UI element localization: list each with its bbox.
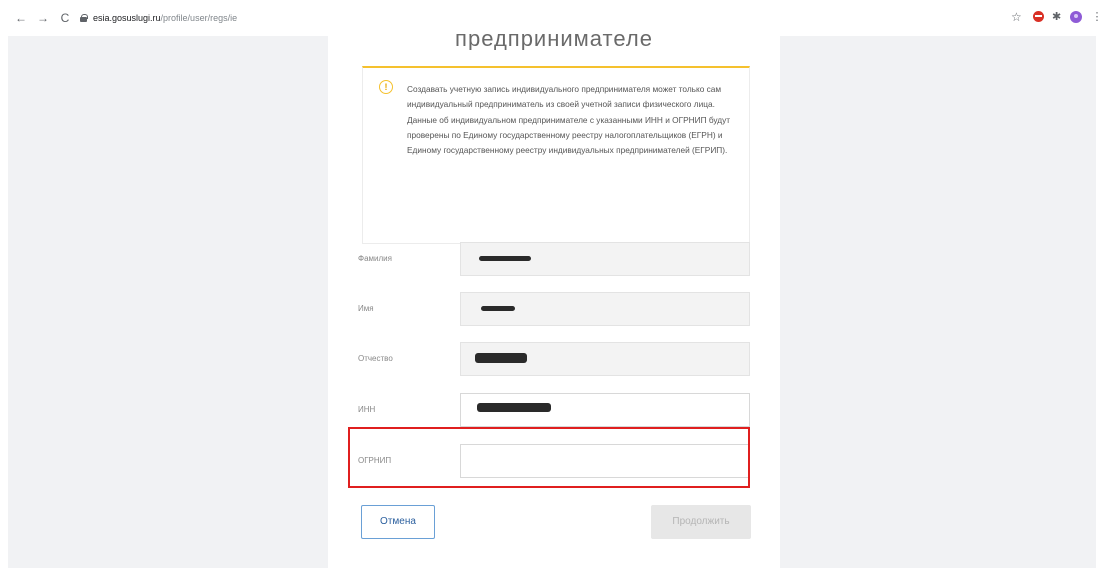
- continue-button[interactable]: Продолжить: [651, 505, 751, 539]
- form-row-surname: Фамилия: [358, 242, 750, 276]
- info-alert: ! Создавать учетную запись индивидуально…: [362, 66, 750, 244]
- alert-text: Создавать учетную запись индивидуального…: [407, 84, 731, 156]
- ogrnip-label: ОГРНИП: [358, 456, 392, 465]
- url-host: esia.gosuslugi.ru: [93, 13, 161, 23]
- reload-icon[interactable]: C: [58, 11, 72, 25]
- address-bar[interactable]: esia.gosuslugi.ru/profile/user/regs/ie: [80, 11, 237, 25]
- surname-label: Фамилия: [358, 254, 392, 263]
- back-icon[interactable]: ←: [14, 11, 28, 25]
- warning-icon: !: [379, 80, 393, 94]
- inn-label: ИНН: [358, 405, 376, 414]
- patronymic-label: Отчество: [358, 354, 393, 363]
- kebab-menu-icon[interactable]: ⋮: [1090, 10, 1104, 24]
- ogrnip-input[interactable]: [460, 444, 750, 478]
- name-label: Имя: [358, 304, 374, 313]
- page-title: предпринимателе: [455, 28, 653, 50]
- cancel-button[interactable]: Отмена: [361, 505, 435, 539]
- surname-field: [460, 242, 750, 276]
- inn-input[interactable]: [460, 393, 750, 427]
- stop-extension-icon[interactable]: [1032, 10, 1046, 24]
- forward-icon[interactable]: →: [36, 11, 50, 25]
- form-row-patronymic: Отчество: [358, 342, 750, 376]
- redacted-value: [481, 306, 515, 311]
- name-field: [460, 292, 750, 326]
- patronymic-field: [460, 342, 750, 376]
- redacted-value: [477, 403, 551, 412]
- registration-card: предпринимателе ! Создавать учетную запи…: [328, 28, 780, 568]
- profile-avatar-icon[interactable]: [1069, 10, 1083, 24]
- form-row-name: Имя: [358, 292, 750, 326]
- url-path: /profile/user/regs/ie: [160, 13, 238, 23]
- redacted-value: [475, 353, 527, 363]
- puzzle-icon[interactable]: ✱: [1052, 10, 1066, 24]
- lock-icon: [80, 14, 88, 22]
- form-row-inn: ИНН: [358, 393, 750, 427]
- redacted-value: [479, 256, 531, 261]
- form-row-ogrnip: ОГРНИП: [358, 444, 750, 478]
- star-icon[interactable]: ☆: [1011, 10, 1025, 24]
